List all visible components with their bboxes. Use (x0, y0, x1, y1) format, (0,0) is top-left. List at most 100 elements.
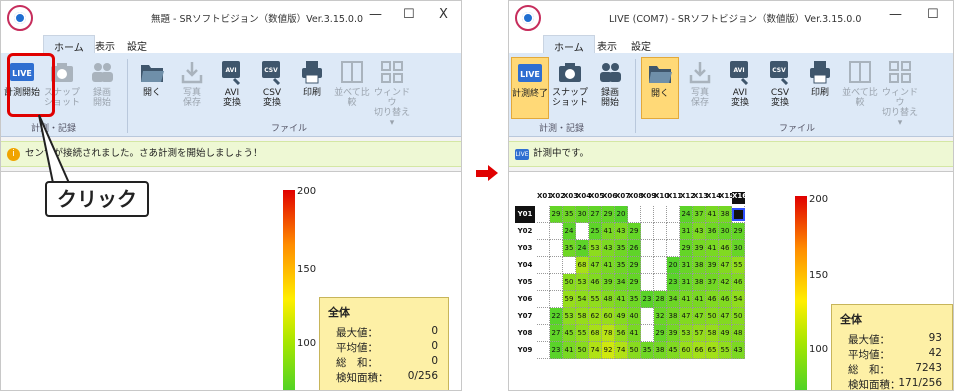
grid-cell[interactable]: 46 (732, 274, 745, 291)
grid-cell[interactable]: 29 (628, 223, 641, 240)
grid-cell[interactable]: 41 (706, 206, 719, 223)
grid-cell[interactable]: 35 (615, 257, 628, 274)
tab-settings[interactable]: 設定 (621, 35, 661, 53)
grid-cell[interactable] (641, 240, 654, 257)
grid-cell[interactable]: 41 (680, 291, 693, 308)
grid-cell[interactable]: 29 (602, 206, 615, 223)
minimize-button[interactable]: — (889, 7, 902, 22)
grid-cell[interactable]: 23 (667, 274, 680, 291)
grid-cell[interactable]: 24 (680, 206, 693, 223)
grid-cell[interactable]: 53 (680, 325, 693, 342)
grid-cell[interactable] (537, 291, 550, 308)
grid-cell[interactable]: 60 (680, 342, 693, 359)
grid-cell[interactable]: 55 (732, 257, 745, 274)
grid-cell[interactable] (654, 274, 667, 291)
grid-cell[interactable]: 58 (576, 308, 589, 325)
grid-cell[interactable]: 46 (719, 240, 732, 257)
ribbon-button-tile[interactable]: 並べて比較 (333, 57, 371, 119)
grid-cell[interactable]: 43 (615, 223, 628, 240)
grid-cell[interactable]: 43 (602, 240, 615, 257)
grid-cell[interactable]: 47 (589, 257, 602, 274)
grid-cell[interactable]: 38 (719, 206, 732, 223)
grid-cell[interactable]: 78 (602, 325, 615, 342)
grid-cell[interactable] (550, 274, 563, 291)
grid-cell[interactable] (641, 257, 654, 274)
grid-cell[interactable]: 46 (706, 291, 719, 308)
grid-cell[interactable]: 43 (693, 223, 706, 240)
grid-cell[interactable]: 45 (563, 325, 576, 342)
grid-cell[interactable]: 55 (576, 325, 589, 342)
grid-cell[interactable]: 49 (615, 308, 628, 325)
grid-cell[interactable]: 35 (628, 291, 641, 308)
ribbon-button-folder-open[interactable]: 開く (133, 57, 171, 119)
ribbon-button-window[interactable]: ウィンドウ 切り替え▾ (881, 57, 919, 128)
grid-cell[interactable] (641, 206, 654, 223)
grid-cell[interactable]: 37 (693, 206, 706, 223)
ribbon-button-users[interactable]: 録画 開始 (591, 57, 629, 119)
app-logo-icon[interactable] (7, 5, 33, 31)
grid-cell[interactable]: 50 (732, 308, 745, 325)
grid-cell[interactable]: 25 (589, 223, 602, 240)
grid-cell[interactable]: 27 (589, 206, 602, 223)
maximize-button[interactable]: ☐ (403, 7, 415, 22)
grid-cell[interactable]: 23 (550, 342, 563, 359)
ribbon-button-avi[interactable]: AVI AVI 変換 (721, 57, 759, 119)
grid-cell[interactable]: 50 (628, 342, 641, 359)
grid-cell[interactable]: 56 (615, 325, 628, 342)
grid-cell[interactable]: 47 (693, 308, 706, 325)
ribbon-button-printer[interactable]: 印刷 (801, 57, 839, 119)
grid-cell[interactable]: 39 (706, 257, 719, 274)
grid-cell[interactable] (537, 342, 550, 359)
grid-cell[interactable] (537, 308, 550, 325)
grid-cell[interactable]: 32 (654, 308, 667, 325)
ribbon-button-window[interactable]: ウィンドウ 切り替え▾ (373, 57, 411, 128)
grid-cell[interactable]: 53 (563, 308, 576, 325)
pressure-grid[interactable]: X01 X02 X03 X04 X05 X06 X07 X08 X09 X10 X11 X12 X13 X… (515, 192, 785, 388)
ribbon-button-csv[interactable]: CSV CSV 変換 (253, 57, 291, 119)
grid-cell[interactable] (537, 240, 550, 257)
grid-cell[interactable]: 35 (615, 240, 628, 257)
grid-cell[interactable]: 62 (589, 308, 602, 325)
grid-cell[interactable]: 41 (706, 240, 719, 257)
grid-cell[interactable] (641, 325, 654, 342)
grid-cell[interactable] (667, 206, 680, 223)
grid-cell[interactable]: 47 (719, 257, 732, 274)
grid-cell[interactable]: 57 (693, 325, 706, 342)
grid-cell[interactable]: 42 (719, 274, 732, 291)
grid-cell[interactable]: 54 (576, 291, 589, 308)
tab-settings[interactable]: 設定 (117, 35, 157, 53)
grid-cell[interactable]: 31 (680, 274, 693, 291)
grid-cell[interactable]: 41 (602, 223, 615, 240)
grid-cell[interactable]: 34 (615, 274, 628, 291)
grid-cell[interactable]: 46 (589, 274, 602, 291)
grid-cell[interactable]: 48 (732, 325, 745, 342)
grid-cell[interactable]: 38 (654, 342, 667, 359)
grid-cell[interactable]: 30 (576, 206, 589, 223)
grid-cell[interactable] (550, 291, 563, 308)
selected-cell-marker[interactable] (732, 208, 745, 221)
grid-cell[interactable]: 55 (719, 342, 732, 359)
grid-cell[interactable] (563, 257, 576, 274)
grid-cell[interactable]: 35 (641, 342, 654, 359)
grid-cell[interactable]: 50 (576, 342, 589, 359)
grid-cell[interactable] (641, 308, 654, 325)
grid-cell[interactable] (654, 206, 667, 223)
grid-cell[interactable]: 53 (576, 274, 589, 291)
grid-cell[interactable]: 36 (706, 223, 719, 240)
grid-cell[interactable]: 74 (589, 342, 602, 359)
ribbon-button-download[interactable]: 写真 保存 (681, 57, 719, 119)
grid-cell[interactable] (550, 223, 563, 240)
grid-cell[interactable] (667, 223, 680, 240)
grid-cell[interactable]: 29 (654, 325, 667, 342)
grid-cell[interactable]: 41 (693, 291, 706, 308)
grid-cell[interactable]: 35 (563, 240, 576, 257)
grid-cell[interactable]: 60 (602, 308, 615, 325)
grid-cell[interactable]: 22 (550, 308, 563, 325)
grid-cell[interactable] (537, 325, 550, 342)
grid-cell[interactable] (628, 206, 641, 223)
grid-cell[interactable]: 41 (628, 325, 641, 342)
grid-cell[interactable] (641, 223, 654, 240)
ribbon-button-live[interactable]: LIVE 計測終了 (511, 57, 549, 119)
grid-cell[interactable]: 39 (667, 325, 680, 342)
grid-cell[interactable]: 68 (576, 257, 589, 274)
